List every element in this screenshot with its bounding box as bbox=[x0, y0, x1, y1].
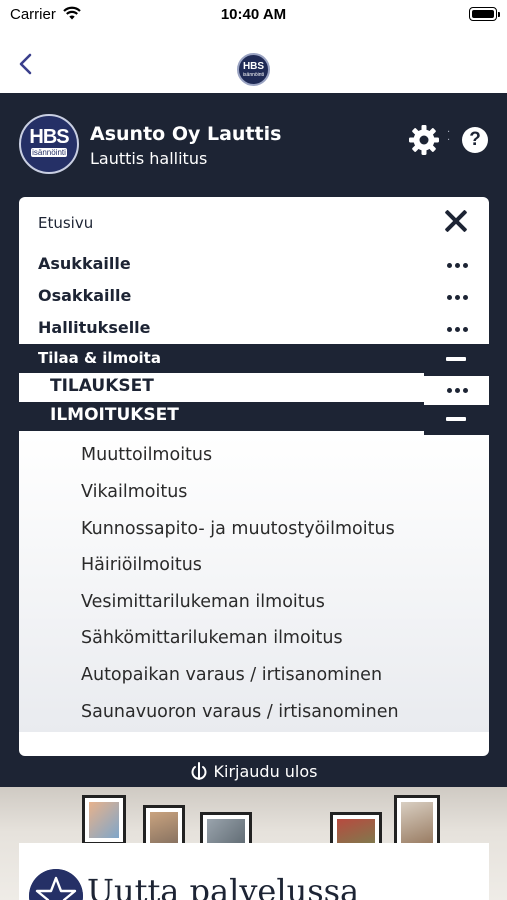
list-item[interactable]: Kunnossapito- ja muutostyöilmoitus bbox=[81, 519, 395, 539]
menu-item-hallitukselle[interactable]: Hallitukselle bbox=[19, 313, 489, 343]
more-icon[interactable] bbox=[447, 295, 469, 301]
list-item[interactable]: Vikailmoitus bbox=[81, 482, 187, 502]
more-icon bbox=[447, 388, 469, 394]
menu-item-tilaa-ilmoita[interactable]: Tilaa & ilmoita bbox=[19, 344, 424, 373]
menu-item-ilmoitukset[interactable]: ILMOITUKSET bbox=[19, 402, 424, 431]
clock: 10:40 AM bbox=[220, 6, 287, 23]
org-name: Asunto Oy Lauttis bbox=[90, 123, 282, 145]
more-icon[interactable] bbox=[447, 327, 469, 333]
navigation-menu: Etusivu Asukkaille Osakkaille Hallitukse… bbox=[19, 197, 489, 756]
help-icon[interactable]: ? bbox=[462, 127, 488, 153]
menu-item-etusivu[interactable]: Etusivu bbox=[38, 214, 93, 232]
notification-list: Muuttoilmoitus Vikailmoitus Kunnossapito… bbox=[19, 435, 489, 732]
list-item[interactable]: Saunavuoron varaus / irtisanominen bbox=[81, 702, 399, 722]
chevron-left-icon[interactable] bbox=[12, 50, 40, 78]
menu-item-label: Osakkaille bbox=[38, 286, 132, 305]
logout-label: Kirjaudu ulos bbox=[213, 762, 318, 781]
close-icon[interactable] bbox=[444, 209, 468, 233]
news-title: Uutta palvelussa bbox=[87, 872, 360, 900]
app-logo-sub: isännöinti bbox=[31, 148, 67, 157]
menu-panel: HBS isännöinti Asunto Oy Lauttis Lauttis… bbox=[0, 93, 507, 787]
power-icon bbox=[191, 762, 206, 780]
divider: · · bbox=[447, 127, 451, 146]
menu-item-osakkaille[interactable]: Osakkaille bbox=[19, 281, 489, 311]
collapse-icon[interactable] bbox=[424, 405, 489, 435]
org-subtitle: Lauttis hallitus bbox=[90, 149, 208, 168]
app-logo-text: HBS bbox=[29, 126, 69, 148]
status-bar: Carrier 10:40 AM bbox=[0, 0, 507, 30]
news-card[interactable]: Uutta palvelussa bbox=[19, 843, 489, 900]
app-logo: HBS isännöinti bbox=[19, 114, 79, 174]
menu-item-label: Tilaa & ilmoita bbox=[38, 349, 161, 367]
more-icon[interactable] bbox=[447, 263, 469, 269]
list-item[interactable]: Häiriöilmoitus bbox=[81, 555, 202, 575]
list-item[interactable]: Sähkömittarilukeman ilmoitus bbox=[81, 628, 343, 648]
nav-logo-sub: isännöinti bbox=[242, 72, 265, 78]
nav-bar: HBS isännöinti bbox=[0, 30, 507, 93]
battery-icon bbox=[469, 7, 500, 21]
list-item[interactable]: Autopaikan varaus / irtisanominen bbox=[81, 665, 382, 685]
star-icon bbox=[29, 869, 83, 900]
list-item[interactable]: Vesimittarilukeman ilmoitus bbox=[81, 592, 325, 612]
nav-logo: HBS isännöinti bbox=[237, 53, 270, 86]
menu-item-label: ILMOITUKSET bbox=[50, 405, 179, 425]
gear-icon[interactable] bbox=[408, 124, 440, 156]
menu-item-tilaukset[interactable]: TILAUKSET bbox=[19, 373, 424, 402]
collapse-icon[interactable] bbox=[424, 344, 489, 376]
menu-item-label: TILAUKSET bbox=[50, 376, 154, 396]
menu-item-label: Asukkaille bbox=[38, 254, 131, 273]
more-button[interactable] bbox=[424, 376, 489, 405]
logout-button[interactable]: Kirjaudu ulos bbox=[0, 761, 507, 781]
list-item[interactable]: Muuttoilmoitus bbox=[81, 445, 212, 465]
nav-logo-text: HBS bbox=[242, 61, 265, 72]
menu-item-asukkaille[interactable]: Asukkaille bbox=[19, 249, 489, 279]
menu-item-label: Hallitukselle bbox=[38, 318, 151, 337]
